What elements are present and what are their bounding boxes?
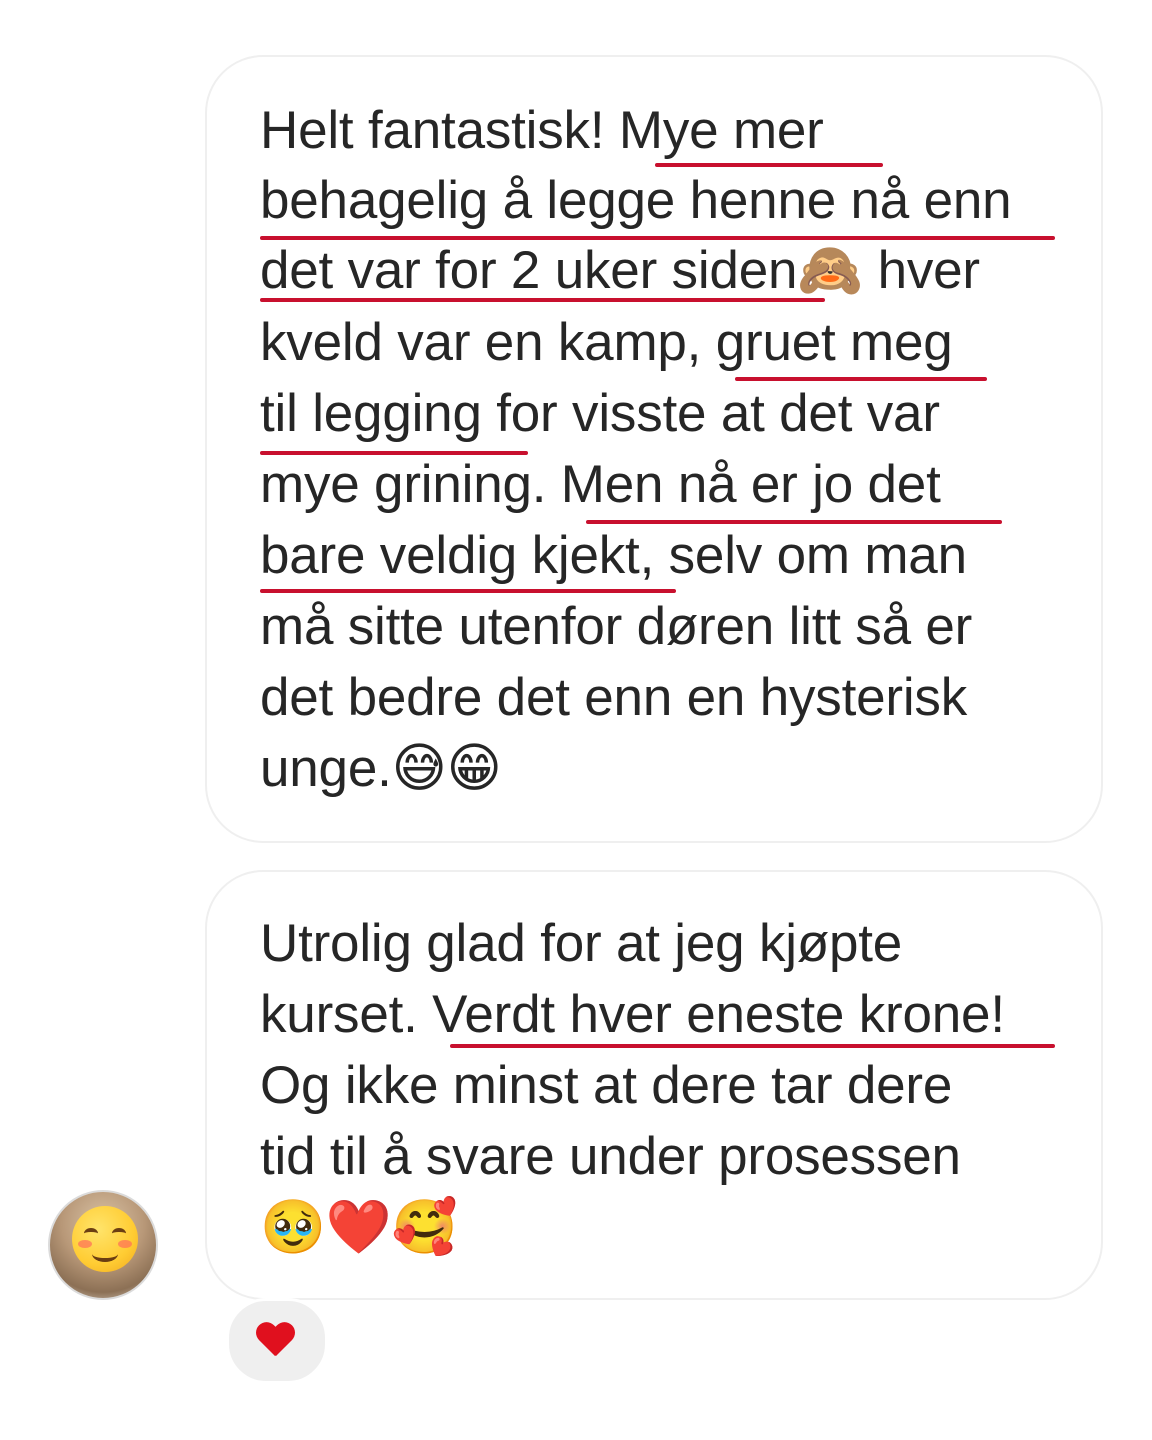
highlight-underline: [735, 377, 987, 381]
message-2-line-2: kurset. Verdt hver eneste krone!: [260, 985, 1005, 1044]
message-1-line-9: det bedre det enn en hysterisk: [260, 668, 968, 727]
message-1-line-1: Helt fantastisk! Mye mer: [260, 101, 824, 160]
highlight-underline: [586, 520, 1002, 524]
message-1-line-10: unge.😅😁: [260, 739, 502, 798]
message-1-line-8: må sitte utenfor døren litt så er: [260, 597, 973, 656]
sender-avatar[interactable]: [48, 1190, 158, 1300]
message-2-line-1: Utrolig glad for at jeg kjøpte: [260, 914, 903, 973]
highlight-underline: [450, 1044, 1055, 1048]
message-1-line-7: bare veldig kjekt, selv om man: [260, 526, 967, 585]
message-2-line-3: Og ikke minst at dere tar dere: [260, 1056, 953, 1115]
red-heart-icon: [255, 1323, 295, 1359]
message-1-line-4: kveld var en kamp, gruet meg: [260, 313, 953, 372]
heart-reaction-badge[interactable]: [226, 1298, 328, 1384]
highlight-underline: [260, 451, 528, 455]
message-2-line-4: tid til å svare under prosessen: [260, 1127, 961, 1186]
message-2-line-5: 🥹❤️🥰: [260, 1198, 458, 1257]
message-1-line-6: mye grining. Men nå er jo det: [260, 455, 941, 514]
blushing-smiley-sticker-icon: [72, 1206, 138, 1272]
highlight-underline: [260, 298, 825, 302]
message-1-line-3: det var for 2 uker siden🙈 hver: [260, 241, 980, 300]
message-1-line-5: til legging for visste at det var: [260, 384, 940, 443]
highlight-underline: [260, 589, 676, 593]
message-1-line-2: behagelig å legge henne nå enn: [260, 171, 1012, 230]
highlight-underline: [260, 236, 1055, 240]
highlight-underline: [655, 163, 883, 167]
